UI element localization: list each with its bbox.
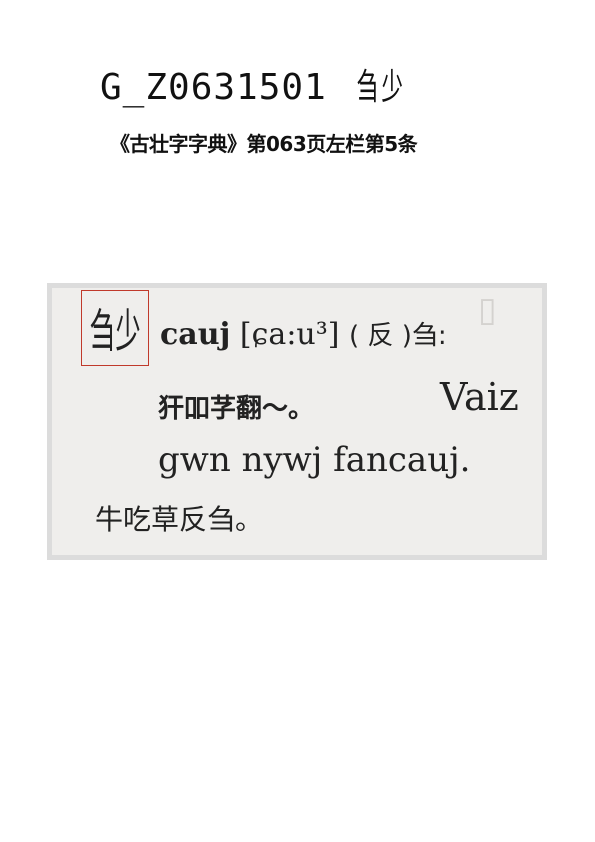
headword-highlight-box: 刍少 bbox=[81, 290, 149, 366]
scan-line-2-latin: Vaiz bbox=[440, 375, 519, 419]
scan-line-2-chinese: 犴吅芓翻～。 bbox=[158, 394, 315, 424]
scan-line-4: 牛吃草反刍。 bbox=[95, 503, 264, 536]
entry-title: G_Z0631501 刍少 bbox=[100, 58, 411, 110]
source-reference: 《古壮字字典》第063页左栏第5条 bbox=[110, 132, 418, 156]
entry-glyph: 刍少 bbox=[356, 67, 404, 108]
scan-line-1: cauj [ɕa:u³] ( 反 )刍: bbox=[160, 317, 447, 352]
bleed-through-text: ▯ bbox=[478, 290, 497, 330]
entry-code: G_Z0631501 bbox=[100, 67, 327, 108]
scan-line-3: gwn nywj fancauj. bbox=[158, 440, 471, 480]
